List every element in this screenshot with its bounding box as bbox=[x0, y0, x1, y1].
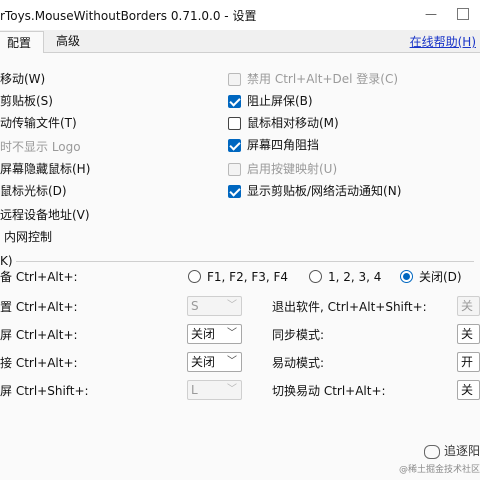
option-key-mapping-label: 启用按键映射(U) bbox=[247, 162, 338, 176]
switch-screen-label: 备 Ctrl+Alt+: bbox=[0, 270, 78, 284]
option-hide-logo[interactable]: 时不显示 Logo bbox=[0, 139, 81, 155]
toggle-easy-select[interactable]: 关闭 bbox=[457, 380, 480, 400]
sync-mode-label: 同步模式: bbox=[272, 328, 325, 342]
radio-numbers[interactable] bbox=[309, 270, 322, 283]
settings-panel: 移动(W) 剪贴板(S) 动传输文件(T) 时不显示 Logo 屏幕隐藏鼠标(H… bbox=[0, 53, 480, 480]
hotkey-row-4-label: 屏 Ctrl+Shift+: bbox=[0, 384, 89, 398]
hotkey-row-2-select[interactable]: 关闭 ﹀ bbox=[187, 324, 242, 344]
option-mouse-cursor[interactable]: 鼠标光标(D) bbox=[0, 183, 67, 199]
option-relative-mouse-label: 鼠标相对移动(M) bbox=[247, 116, 339, 130]
group-divider bbox=[16, 261, 474, 262]
chevron-down-icon: ﹀ bbox=[227, 356, 237, 367]
option-hide-mouse[interactable]: 屏幕隐藏鼠标(H) bbox=[0, 161, 90, 177]
window-title: rToys.MouseWithoutBorders 0.71.0.0 - 设置 bbox=[0, 9, 257, 23]
tab-config[interactable]: 配置 bbox=[0, 31, 44, 55]
hotkey-row-2-label: 屏 Ctrl+Alt+: bbox=[0, 328, 78, 342]
wechat-icon bbox=[423, 444, 440, 459]
option-corner-block-label: 屏幕四角阻挡 bbox=[247, 138, 320, 152]
title-bar: rToys.MouseWithoutBorders 0.71.0.0 - 设置 … bbox=[0, 0, 480, 30]
hotkey-row-2-value: 关闭 bbox=[191, 327, 216, 341]
option-clipboard[interactable]: 剪贴板(S) bbox=[0, 93, 53, 109]
hotkey-exit-select[interactable]: 关闭 bbox=[457, 296, 480, 316]
option-move[interactable]: 移动(W) bbox=[0, 71, 45, 87]
maximize-icon[interactable] bbox=[456, 7, 470, 21]
watermark: 追逐阳 bbox=[423, 442, 480, 459]
checkbox-relative-mouse[interactable] bbox=[228, 117, 241, 130]
chevron-down-icon: ﹀ bbox=[227, 328, 237, 339]
hotkey-row-4-value: L bbox=[191, 383, 198, 397]
option-block-screensaver-label: 阻止屏保(B) bbox=[247, 94, 313, 108]
hotkey-row-1-value: S bbox=[191, 299, 199, 313]
radio-off[interactable] bbox=[400, 270, 413, 283]
hotkey-row-3-label: 接 Ctrl+Alt+: bbox=[0, 356, 78, 370]
checkbox-corner-block[interactable] bbox=[228, 139, 241, 152]
option-file-transfer[interactable]: 动传输文件(T) bbox=[0, 115, 77, 131]
chevron-down-icon: ﹀ bbox=[227, 384, 237, 395]
toggle-easy-label: 切换易动 Ctrl+Alt+: bbox=[272, 384, 386, 398]
hotkey-row-3-value: 关闭 bbox=[191, 355, 216, 369]
tab-advanced[interactable]: 高级 bbox=[48, 30, 88, 52]
checkbox-key-mapping[interactable] bbox=[228, 163, 241, 176]
option-remote-address[interactable]: 远程设备地址(V) bbox=[0, 207, 90, 223]
hotkeys-group-label: K) bbox=[0, 254, 13, 268]
radio-off-label: 关闭(D) bbox=[419, 270, 462, 284]
sync-mode-value: 关闭 bbox=[461, 327, 474, 341]
option-intranet-control[interactable]: 内网控制 bbox=[4, 229, 52, 245]
checkbox-show-notify[interactable] bbox=[228, 185, 241, 198]
option-disable-cad-label: 禁用 Ctrl+Alt+Del 登录(C) bbox=[247, 72, 399, 86]
hotkey-row-1-label: 置 Ctrl+Alt+: bbox=[0, 300, 78, 314]
tab-bar: 配置 高级 在线帮助(H) bbox=[0, 30, 480, 55]
chevron-down-icon: ﹀ bbox=[227, 300, 237, 311]
radio-numbers-label: 1, 2, 3, 4 bbox=[328, 270, 382, 284]
hotkey-row-1-select[interactable]: S ﹀ bbox=[187, 296, 242, 316]
toggle-easy-value: 关闭 bbox=[461, 383, 474, 397]
hotkey-exit-value: 关闭 bbox=[461, 299, 474, 313]
watermark-sub: @稀土掘金技术社区 bbox=[398, 465, 480, 475]
easy-mode-value: 开启 bbox=[461, 355, 474, 369]
radio-fkeys-label: F1, F2, F3, F4 bbox=[207, 270, 289, 284]
easy-mode-select[interactable]: 开启 bbox=[457, 352, 480, 372]
checkbox-disable-cad[interactable] bbox=[228, 73, 241, 86]
watermark-main: 追逐阳 bbox=[443, 444, 480, 458]
minimize-icon[interactable]: — bbox=[424, 7, 438, 21]
hotkey-exit-label: 退出软件, Ctrl+Alt+Shift+: bbox=[272, 300, 427, 314]
option-show-notify-label: 显示剪贴板/网络活动通知(N) bbox=[247, 184, 402, 198]
hotkey-row-3-select[interactable]: 关闭 ﹀ bbox=[187, 352, 242, 372]
easy-mode-label: 易动模式: bbox=[272, 356, 325, 370]
radio-fkeys[interactable] bbox=[188, 270, 201, 283]
checkbox-block-screensaver[interactable] bbox=[228, 95, 241, 108]
help-link[interactable]: 在线帮助(H) bbox=[410, 33, 476, 50]
hotkey-row-4-select[interactable]: L ﹀ bbox=[187, 380, 242, 400]
sync-mode-select[interactable]: 关闭 bbox=[457, 324, 480, 344]
